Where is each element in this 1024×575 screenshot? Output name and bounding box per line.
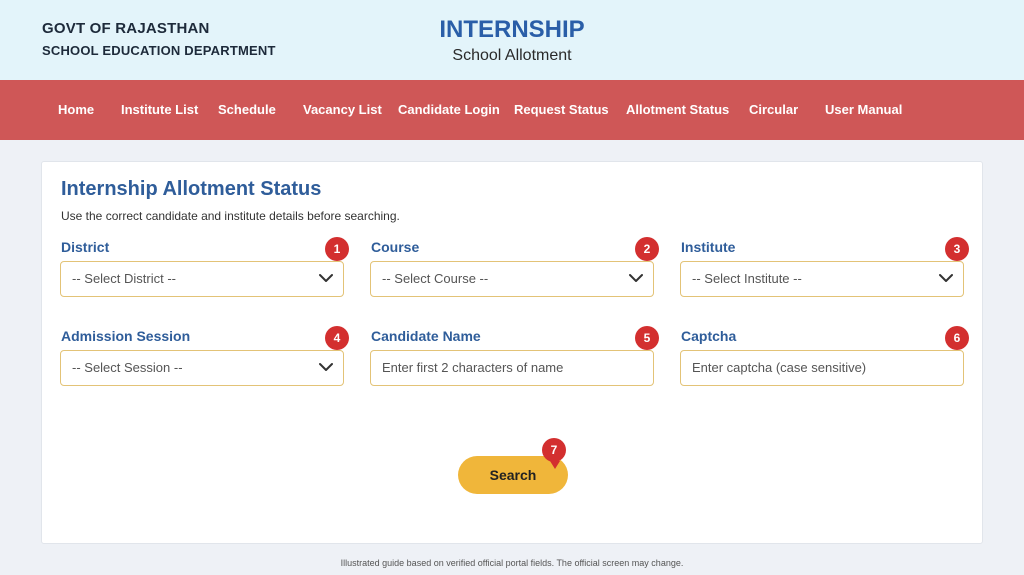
district-select[interactable]: -- Select District --	[60, 261, 344, 297]
nav-item-home[interactable]: Home	[58, 80, 94, 140]
district-select-value: -- Select District --	[72, 271, 176, 286]
form-instruction: Use the correct candidate and institute …	[61, 209, 400, 223]
institute-select-value: -- Select Institute --	[692, 271, 802, 286]
step-badge-2: 2	[635, 237, 659, 261]
chevron-down-icon	[629, 273, 643, 283]
main-nav: Home Institute List Schedule Vacancy Lis…	[0, 80, 1024, 140]
institute-select[interactable]: -- Select Institute --	[680, 261, 964, 297]
step-badge-7: 7	[542, 438, 566, 462]
course-label: Course	[371, 239, 420, 255]
nav-item-institute-list[interactable]: Institute List	[121, 80, 198, 140]
step-badge-4: 4	[325, 326, 349, 350]
nav-item-user-manual[interactable]: User Manual	[825, 80, 902, 140]
nav-item-request-status[interactable]: Request Status	[514, 80, 609, 140]
site-subtitle: School Allotment	[452, 47, 572, 64]
step-badge-1: 1	[325, 237, 349, 261]
chevron-down-icon	[319, 273, 333, 283]
step-badge-5: 5	[635, 326, 659, 350]
district-label: District	[61, 239, 110, 255]
nav-item-allotment-status[interactable]: Allotment Status	[626, 80, 729, 140]
step-badge-6: 6	[945, 326, 969, 350]
nav-item-candidate-login[interactable]: Candidate Login	[398, 80, 500, 140]
captcha-placeholder: Enter captcha (case sensitive)	[692, 360, 867, 375]
footer-disclaimer: Illustrated guide based on verified offi…	[340, 558, 684, 568]
course-select-value: -- Select Course --	[382, 271, 489, 286]
form-title: Internship Allotment Status	[61, 178, 322, 200]
session-select-value: -- Select Session --	[72, 360, 183, 375]
candidate-name-placeholder: Enter first 2 characters of name	[382, 360, 564, 375]
candidate-name-label: Candidate Name	[371, 328, 481, 344]
course-select[interactable]: -- Select Course --	[370, 261, 654, 297]
chevron-down-icon	[939, 273, 953, 283]
nav-item-vacancy-list[interactable]: Vacancy List	[303, 80, 382, 140]
site-title: INTERNSHIP	[439, 16, 585, 43]
step-badge-3: 3	[945, 237, 969, 261]
badge-pointer	[550, 461, 560, 469]
allotment-form-card: Internship Allotment Status Use the corr…	[41, 161, 983, 544]
institute-label: Institute	[681, 239, 736, 255]
candidate-name-input[interactable]: Enter first 2 characters of name	[370, 350, 654, 386]
top-header: GOVT OF RAJASTHAN SCHOOL EDUCATION DEPAR…	[0, 0, 1024, 80]
nav-item-schedule[interactable]: Schedule	[218, 80, 276, 140]
captcha-input[interactable]: Enter captcha (case sensitive)	[680, 350, 964, 386]
chevron-down-icon	[319, 362, 333, 372]
session-select[interactable]: -- Select Session --	[60, 350, 344, 386]
nav-item-circular[interactable]: Circular	[749, 80, 798, 140]
admission-session-label: Admission Session	[61, 328, 191, 344]
captcha-label: Captcha	[681, 328, 737, 344]
